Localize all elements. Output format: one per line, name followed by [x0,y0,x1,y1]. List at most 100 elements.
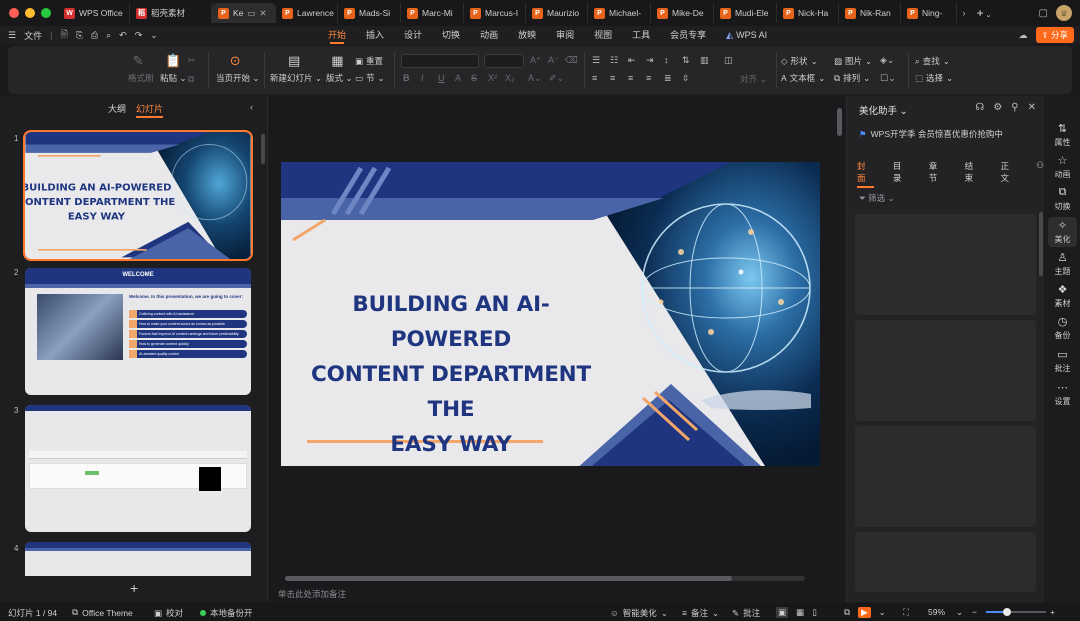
notes-toggle[interactable]: ≡ 备注 ⌄ [682,607,719,619]
tab-animation[interactable]: 动画 [470,26,508,44]
increase-font-icon[interactable]: A⁺ [530,55,541,66]
play-slideshow-icon[interactable]: ▶ [858,607,871,618]
justify-icon[interactable]: ≡ [646,73,651,83]
align-button[interactable]: 对齐 ⌄ [740,73,767,85]
sidebar-item-settings[interactable]: ⋯ 设置 [1045,381,1080,407]
tab-view[interactable]: 视图 [584,26,622,44]
file-menu[interactable]: 文件 [24,29,42,42]
line-spacing-icon[interactable]: ↕ [664,55,669,65]
tab-outline[interactable]: 大纲 [108,102,126,118]
reading-view-icon[interactable]: ▯ [812,607,817,618]
textbox-button[interactable]: A 文本框 ⌄ [781,72,825,84]
text-shadow-icon[interactable]: A [455,73,461,83]
indent-decrease-icon[interactable]: ⇤ [628,55,636,66]
smartart-icon[interactable]: ◫ [724,55,733,66]
undo-icon[interactable]: ↶ [119,30,127,41]
vertical-align-icon[interactable]: ⇳ [682,73,690,84]
tab-insert[interactable]: 插入 [356,26,394,44]
decrease-font-icon[interactable]: A⁻ [548,55,559,66]
local-backup-status[interactable]: 本地备份开 [200,607,253,619]
tab-slideshow[interactable]: 放映 [508,26,546,44]
tab-document[interactable]: P Michael- [588,3,651,23]
text-direction-icon[interactable]: ⇅ [682,55,690,66]
zoom-in-icon[interactable]: + [1050,607,1055,617]
copy-icon[interactable]: ⧉ [188,74,194,85]
arrange-button[interactable]: ⧉ 排列 ⌄ [834,72,870,84]
tab-transition[interactable]: 切换 [432,26,470,44]
save-icon[interactable]: 🗎 [60,27,67,43]
find-button[interactable]: ⌕ 查找 ⌄ [915,55,950,67]
sidebar-item-comments[interactable]: ▭ 批注 [1045,348,1080,374]
thumbnail-scrollbar[interactable] [261,134,265,164]
tab-tools[interactable]: 工具 [622,26,660,44]
tab-membership[interactable]: 会员专享 [660,26,716,44]
tab-document[interactable]: P Lawrence [276,3,338,23]
maximize-window-button[interactable] [41,8,51,18]
template-card[interactable] [855,320,1036,421]
tab-document[interactable]: P Mads-Si [338,3,401,23]
tab-slides[interactable]: 幻灯片 [136,102,164,118]
tab-document[interactable]: P Marc-Mi [401,3,464,23]
slide-sorter-icon[interactable]: ▦ [796,607,804,618]
window-mode-icon[interactable]: ▢ [1039,8,1048,19]
font-size-select[interactable] [484,54,524,68]
indent-increase-icon[interactable]: ⇥ [646,55,654,66]
close-window-button[interactable] [9,8,19,18]
close-tab-icon[interactable]: ✕ [259,8,266,19]
font-color-icon[interactable]: A⌄ [528,73,542,84]
italic-icon[interactable]: I [421,73,424,83]
tab-document[interactable]: P Marcus-I [464,3,526,23]
tab-cover[interactable]: 封面 [857,160,874,188]
tab-wps-office[interactable]: W WPS Office [58,3,130,23]
clear-format-icon[interactable]: ⌫ [565,55,578,66]
new-slide-button[interactable]: ▤ 新建幻灯片 ⌄ [270,53,322,84]
tab-document[interactable]: P Maurizio [526,3,588,23]
zoom-level[interactable]: 59% [928,607,945,617]
tab-document[interactable]: P Nick-Ha [777,3,839,23]
panel-title[interactable]: 美化助手 ⌄ [859,103,908,117]
fit-window-icon[interactable]: ⛶ [903,607,909,618]
export-pdf-icon[interactable]: ⎘ [76,30,83,41]
preview-icon[interactable]: ⌕ [106,30,111,41]
current-slide[interactable]: BUILDING AN AI-POWERED CONTENT DEPARTMEN… [281,162,820,466]
promo-banner[interactable]: ⚑ WPS开学季 会员惊喜优惠价抢购中 [859,128,1003,140]
section-button[interactable]: ▭ 节 ⌄ [355,72,385,84]
canvas-vertical-scrollbar[interactable] [837,108,842,136]
settings-icon[interactable]: ⚙ [993,102,1002,113]
avatar[interactable]: ♕ [1056,5,1072,21]
shape-button[interactable]: ◇ 形状 ⌄ [781,55,818,67]
reset-button[interactable]: ▣ 重置 [355,55,383,67]
close-icon[interactable]: ✕ [1028,102,1036,113]
bullets-icon[interactable]: ☰ [592,55,600,66]
sidebar-item-beautify[interactable]: ✧ 美化 [1048,217,1077,247]
sidebar-item-transition[interactable]: ⧉ 切换 [1045,186,1080,212]
superscript-icon[interactable]: X² [488,73,497,83]
redo-icon[interactable]: ↷ [135,30,143,41]
tab-review[interactable]: 审阅 [546,26,584,44]
tab-body[interactable]: 正文 [1001,160,1018,188]
zoom-out-icon[interactable]: − [972,607,977,617]
sidebar-item-backup[interactable]: ◷ 备份 [1045,315,1080,341]
sidebar-item-assets[interactable]: ❖ 素材 [1045,283,1080,309]
bold-icon[interactable]: B [403,73,410,83]
columns-icon[interactable]: ▥ [700,55,709,66]
cloud-sync-icon[interactable]: ☁ [1019,30,1028,41]
layout-button[interactable]: ▦ 版式 ⌄ [326,53,353,84]
tab-docer[interactable]: 稻稻壳素材 [130,3,212,23]
select-button[interactable]: ⬚ 选择 ⌄ [915,72,953,84]
tab-chapter[interactable]: 章节 [929,160,946,188]
cut-icon[interactable]: ✂ [188,55,196,66]
add-slide-button[interactable]: + [130,580,138,596]
user-icon[interactable]: ⚇ [1036,160,1044,188]
comments-toggle[interactable]: ✎ 批注 [732,607,760,619]
sidebar-item-properties[interactable]: ⇅ 属性 [1045,122,1080,148]
slide-thumbnail-3[interactable] [25,405,251,532]
slide-title[interactable]: BUILDING AN AI-POWERED CONTENT DEPARTMEN… [311,287,591,462]
template-card[interactable] [855,532,1036,592]
collapse-panel-icon[interactable]: ‹ [250,102,253,112]
tab-scroll-right-icon[interactable]: › [957,8,971,18]
tab-document[interactable]: P Mike-De [651,3,714,23]
strikethrough-icon[interactable]: S [471,73,477,83]
align-left-icon[interactable]: ≡ [592,73,597,83]
highlight-icon[interactable]: ✐⌄ [549,73,564,84]
